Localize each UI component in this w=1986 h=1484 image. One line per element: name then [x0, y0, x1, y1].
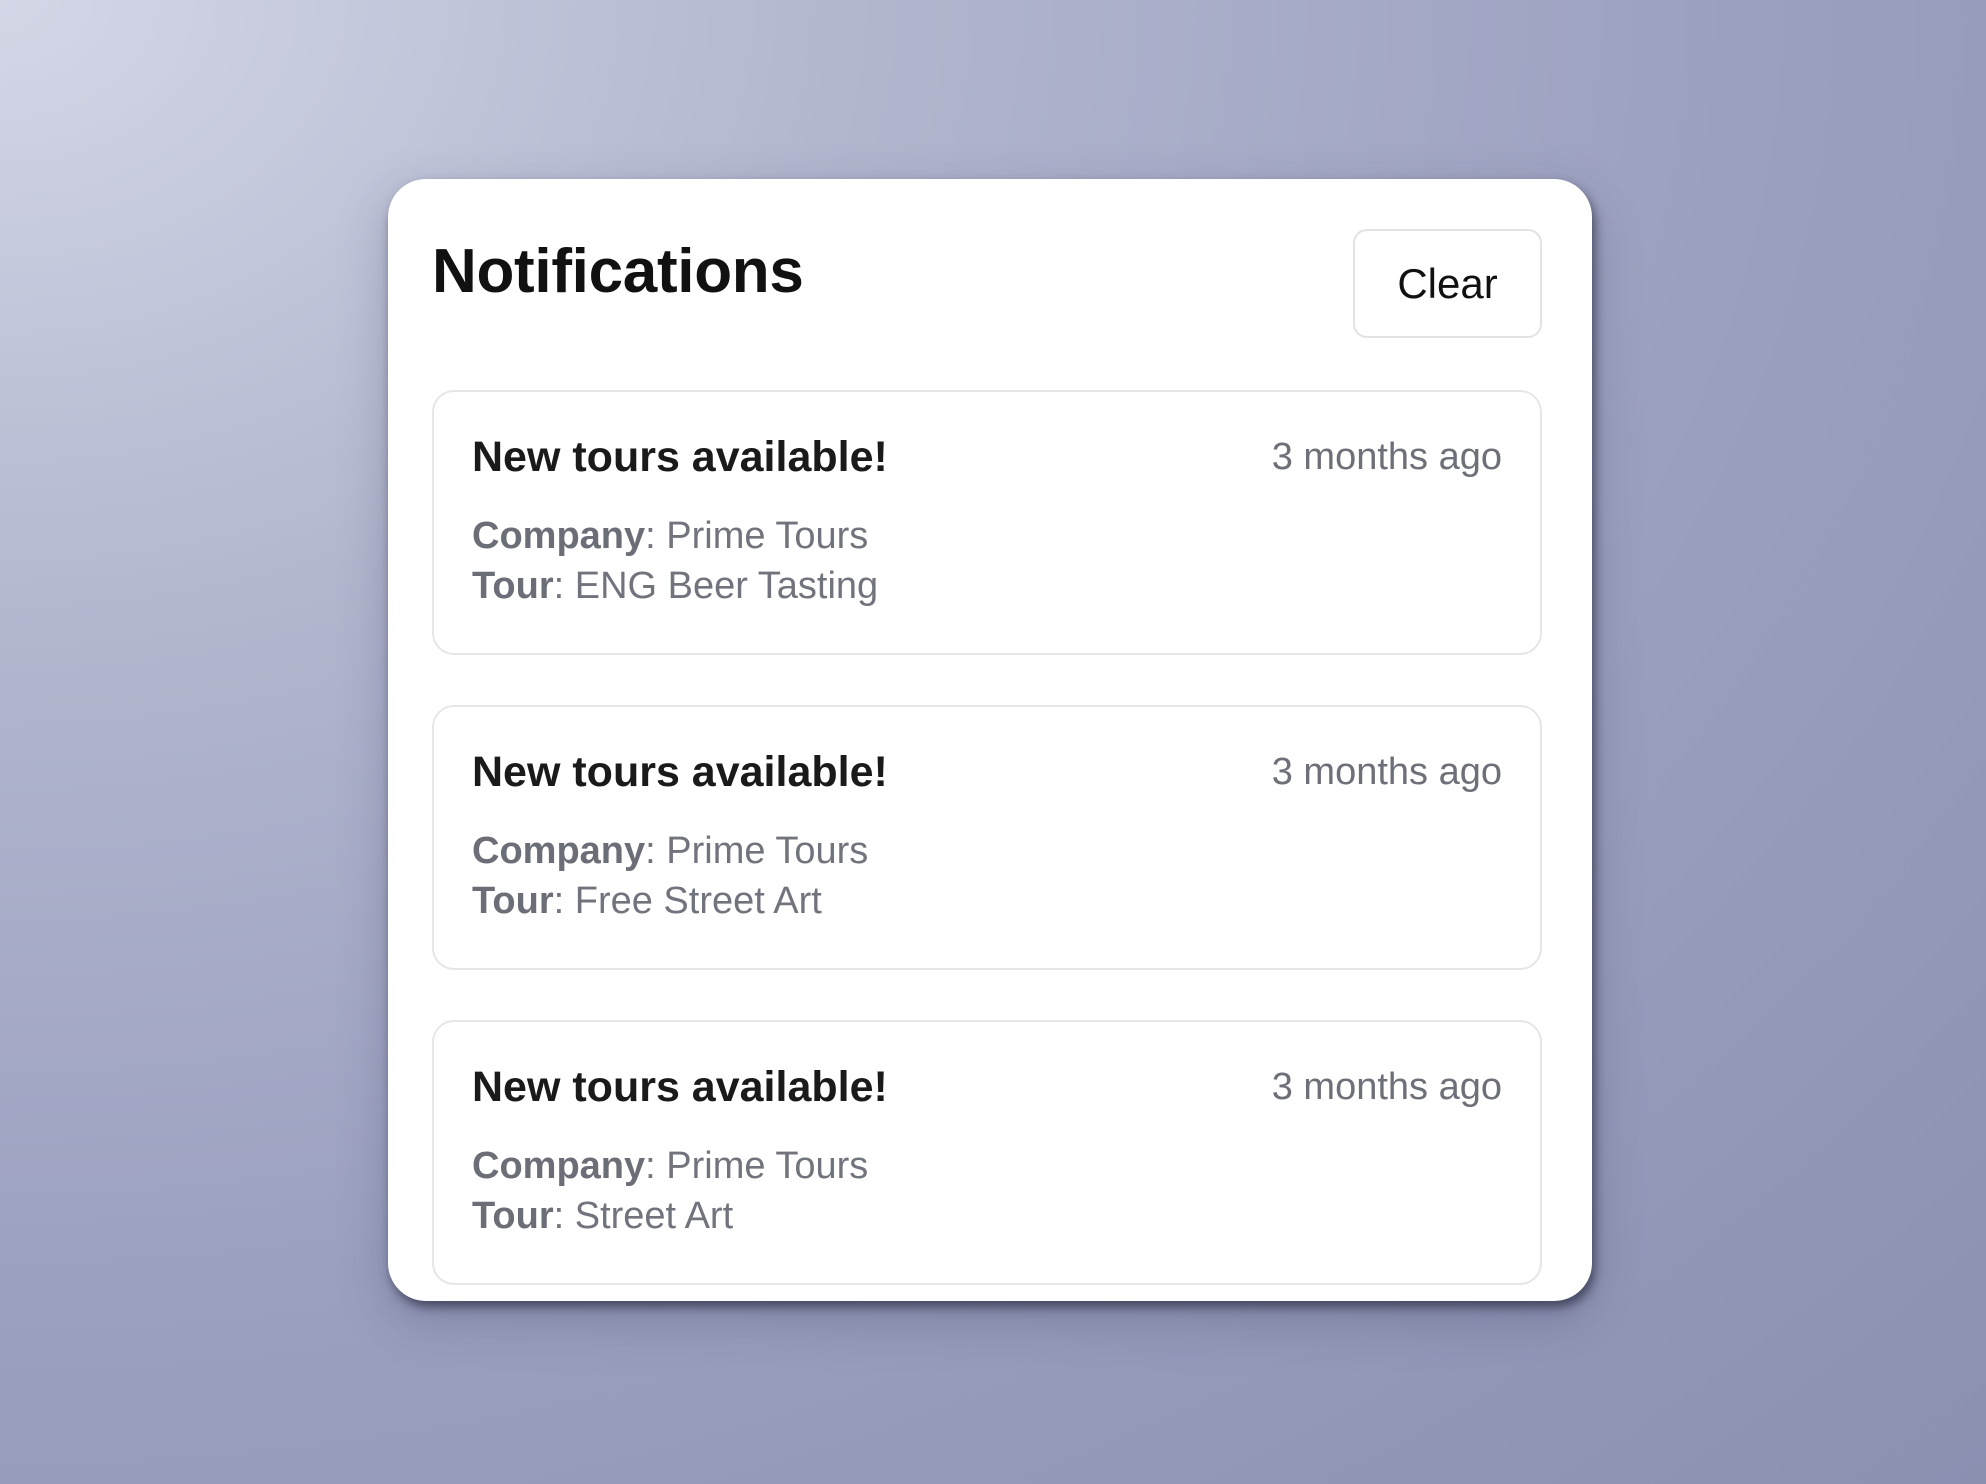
notification-company: Company: Prime Tours	[472, 1145, 869, 1187]
notification-company: Company: Prime Tours	[472, 515, 869, 557]
company-label: Company	[472, 830, 646, 872]
tour-value: Street Art	[574, 1195, 734, 1237]
tour-label: Tour	[472, 880, 554, 922]
tour-label: Tour	[472, 565, 554, 607]
notification-title: New tours available!	[472, 433, 888, 481]
company-label: Company	[472, 515, 646, 557]
notification-card[interactable]: New tours available! 3 months ago Compan…	[432, 705, 1542, 970]
notification-timestamp: 3 months ago	[1271, 751, 1502, 793]
notification-title: New tours available!	[472, 1063, 888, 1111]
company-value: Prime Tours	[666, 830, 869, 872]
notification-company: Company: Prime Tours	[472, 830, 869, 872]
notifications-panel: Notifications Clear New tours available!…	[388, 179, 1592, 1301]
notification-title: New tours available!	[472, 748, 888, 796]
company-value: Prime Tours	[666, 515, 869, 557]
notification-list: New tours available! 3 months ago Compan…	[432, 390, 1542, 1301]
company-label: Company	[472, 1145, 646, 1187]
notification-card[interactable]: New tours available! 3 months ago Compan…	[432, 1020, 1542, 1285]
notification-card[interactable]: New tours available! 3 months ago Compan…	[432, 390, 1542, 655]
notification-timestamp: 3 months ago	[1271, 1066, 1502, 1108]
notification-tour: Tour: Free Street Art	[472, 880, 822, 922]
notification-tour: Tour: Street Art	[472, 1195, 734, 1237]
company-value: Prime Tours	[666, 1145, 869, 1187]
panel-title: Notifications	[432, 237, 804, 306]
tour-value: ENG Beer Tasting	[574, 565, 879, 607]
notification-tour: Tour: ENG Beer Tasting	[472, 565, 879, 607]
notification-timestamp: 3 months ago	[1271, 436, 1502, 478]
tour-label: Tour	[472, 1195, 554, 1237]
clear-button[interactable]: Clear	[1353, 229, 1542, 338]
tour-value: Free Street Art	[574, 880, 822, 922]
